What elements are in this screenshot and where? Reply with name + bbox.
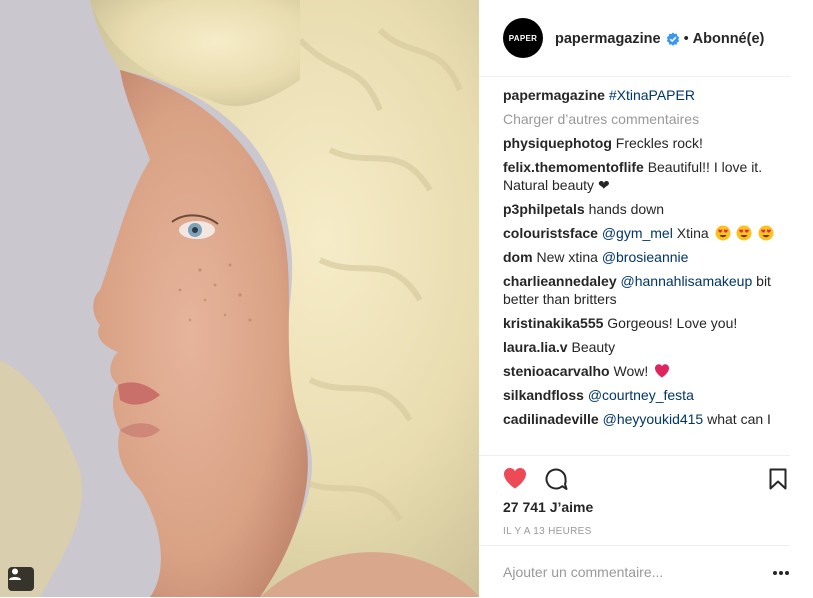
comment-text: hands down (588, 201, 665, 217)
header-line: papermagazine • Abonné(e) (555, 29, 764, 49)
post-side-panel: PAPER papermagazine • Abonné(e) papermag… (479, 0, 813, 597)
heart-eyes-emoji (715, 225, 731, 241)
comment-item: felix.themomentoflife Beautiful!! I love… (503, 158, 785, 194)
comment-text: Gorgeous! Love you! (607, 315, 738, 331)
caption: papermagazine #XtinaPAPER (503, 86, 785, 104)
comment-username[interactable]: silkandfloss (503, 387, 584, 403)
comment-bubble-icon[interactable] (544, 467, 568, 491)
heart-eyes-emoji (736, 225, 752, 241)
heart-eyes-emoji (758, 225, 774, 241)
comment-text: Beauty (571, 339, 616, 355)
comment-mention[interactable]: @heyyoukid415 (603, 411, 704, 427)
header-username[interactable]: papermagazine (555, 31, 661, 47)
comment-username[interactable]: colouristsface (503, 225, 598, 241)
load-more-comments-button[interactable]: Charger d’autres commentaires (503, 110, 785, 128)
more-options-icon[interactable] (772, 570, 790, 576)
comment-username[interactable]: cadilinadeville (503, 411, 599, 427)
comment-item: dom New xtina @brosieannie (503, 248, 785, 266)
caption-username[interactable]: papermagazine (503, 87, 605, 103)
comment-mention[interactable]: @hannahlisamakeup (621, 273, 753, 289)
header-separator: • (683, 31, 689, 47)
avatar-text: PAPER (508, 33, 538, 43)
post-photo[interactable] (0, 0, 479, 597)
comment-username[interactable]: stenioacarvalho (503, 363, 610, 379)
comment-username[interactable]: physiquephotog (503, 135, 612, 151)
bookmark-icon[interactable] (769, 468, 787, 490)
comment-text: Freckles rock! (615, 135, 703, 151)
comment-text: Wow! (613, 363, 649, 379)
comment-mention[interactable]: @brosieannie (602, 249, 689, 265)
comment-mention[interactable]: @courtney_festa (588, 387, 694, 403)
comment-username[interactable]: kristinakika555 (503, 315, 603, 331)
comment-item: cadilinadeville @heyyoukid415 what can I (503, 410, 785, 428)
person-tag-icon[interactable] (8, 567, 34, 591)
comment-username[interactable]: felix.themomentoflife (503, 159, 644, 175)
comment-item: colouristsface @gym_mel Xtina (503, 224, 785, 242)
comment-username[interactable]: charlieannedaley (503, 273, 617, 289)
red-heart-emoji (655, 364, 670, 378)
comment-item: p3philpetals hands down (503, 200, 785, 218)
post-header: PAPER papermagazine • Abonné(e) (479, 0, 790, 77)
comment-mention[interactable]: @gym_mel (602, 225, 673, 241)
heart-filled-icon[interactable] (503, 467, 527, 489)
comment-username[interactable]: p3philpetals (503, 201, 585, 217)
comment-item: kristinakika555 Gorgeous! Love you! (503, 314, 785, 332)
comment-item: silkandfloss @courtney_festa (503, 386, 785, 404)
verified-badge-icon (666, 32, 679, 46)
avatar[interactable]: PAPER (503, 18, 543, 58)
comment-input[interactable] (503, 560, 743, 584)
post-timestamp: IL Y A 13 HEURES (503, 526, 592, 537)
comment-text: New xtina (536, 249, 598, 265)
comment-item: physiquephotog Freckles rock! (503, 134, 785, 152)
comment-username[interactable]: laura.lia.v (503, 339, 568, 355)
comment-item: charlieannedaley @hannahlisamakeup bit b… (503, 272, 785, 308)
comment-item: stenioacarvalho Wow! (503, 362, 785, 380)
comment-username[interactable]: dom (503, 249, 533, 265)
comment-text: Xtina (676, 225, 709, 241)
comment-item: laura.lia.v Beauty (503, 338, 785, 356)
post-actions: 27 741 J’aime IL Y A 13 HEURES (479, 455, 790, 556)
caption-hashtag[interactable]: #XtinaPAPER (609, 87, 695, 103)
comments-list[interactable]: papermagazine #XtinaPAPER Charger d’autr… (503, 86, 785, 452)
likes-count[interactable]: 27 741 J’aime (503, 499, 593, 515)
comment-text: what can I (707, 411, 771, 427)
follow-status-button[interactable]: Abonné(e) (693, 31, 765, 47)
add-comment-bar (479, 545, 790, 598)
post-photo-artwork (0, 0, 479, 597)
